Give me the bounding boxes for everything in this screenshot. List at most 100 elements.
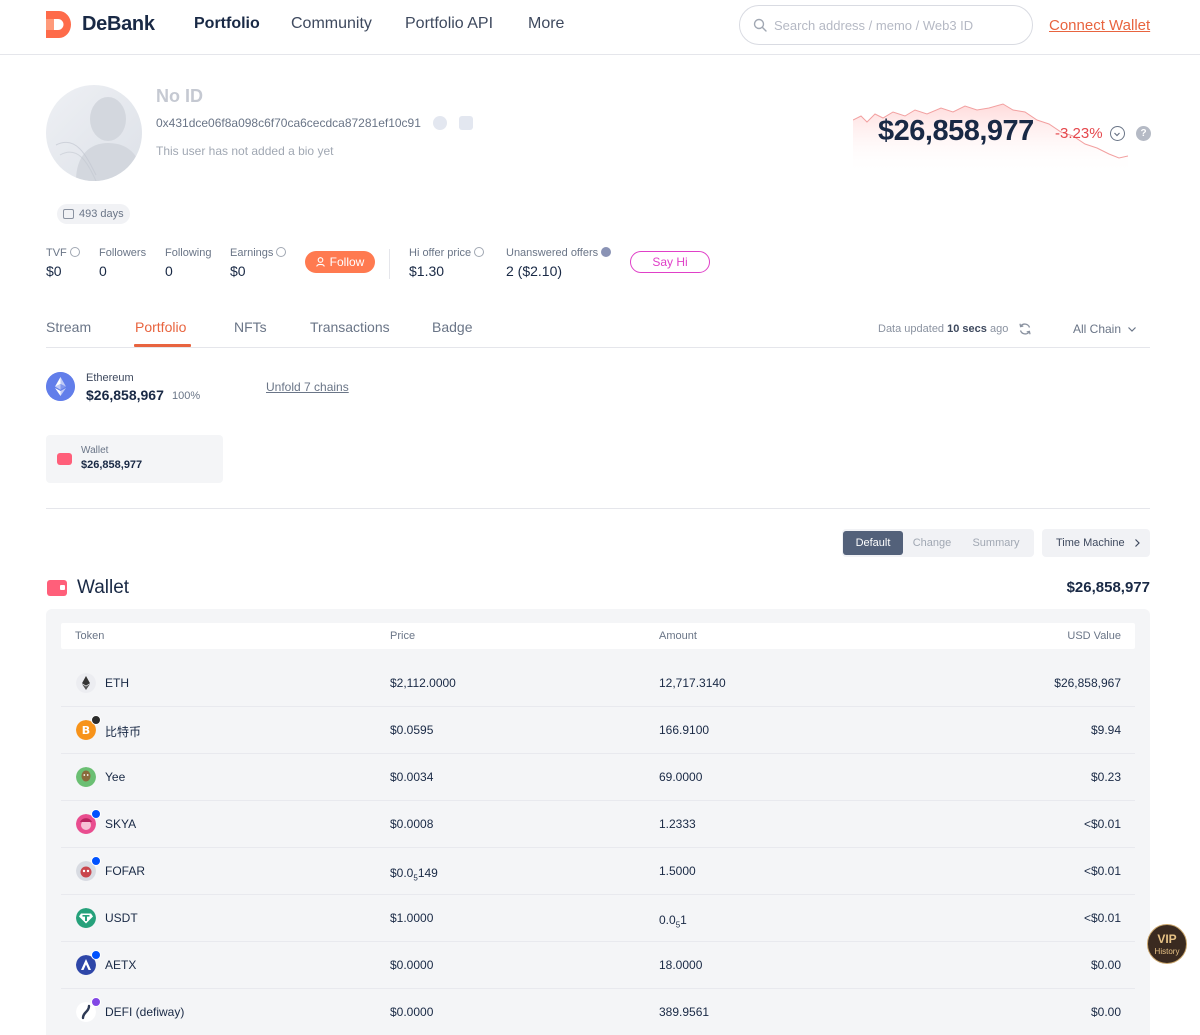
nav-portfolio-api[interactable]: Portfolio API	[405, 15, 493, 33]
net-worth-value: $26,858,977	[878, 115, 1034, 147]
hi-offer-value: $1.30	[409, 263, 445, 279]
column-amount: Amount	[659, 630, 697, 642]
table-header: Token Price Amount USD Value	[61, 623, 1135, 649]
vip-history-button[interactable]: VIP History	[1147, 924, 1187, 964]
follow-button[interactable]: Follow	[305, 251, 375, 273]
table-row[interactable]: B 比特币 $0.0595 166.9100 $9.94	[61, 707, 1135, 754]
table-row[interactable]: Yee $0.0034 69.0000 $0.23	[61, 754, 1135, 801]
usdt-token-icon	[76, 908, 96, 928]
profile-bio: This user has not added a bio yet	[156, 144, 334, 158]
stat-followers-value[interactable]: 0	[99, 263, 107, 279]
copy-icon[interactable]	[433, 116, 447, 130]
token-amount: 389.9561	[659, 1005, 710, 1019]
table-row[interactable]: USDT $1.0000 0.051 <$0.01	[61, 895, 1135, 942]
profile-name: No ID	[156, 86, 203, 106]
chevron-down-icon[interactable]	[1110, 126, 1125, 141]
unanswered-offers-value: 2 ($2.10)	[506, 263, 563, 279]
wallet-section-title: Wallet	[77, 577, 130, 598]
token-usd-value: $0.00	[1090, 1005, 1121, 1019]
token-price: $0.0034	[390, 770, 434, 784]
yee-token-icon	[76, 767, 96, 787]
account-age-text: 493 days	[79, 208, 124, 220]
debank-logo-icon	[46, 11, 71, 38]
token-usd-value: <$0.01	[1083, 864, 1121, 878]
unanswered-offers-label: Unanswered offers	[506, 247, 612, 259]
token-price: $0.0000	[390, 1005, 434, 1019]
view-summary-button[interactable]: Summary	[963, 531, 1029, 555]
token-amount: 12,717.3140	[659, 676, 726, 690]
search-box[interactable]	[739, 5, 1033, 45]
divider	[389, 249, 390, 279]
help-icon[interactable]	[69, 247, 80, 257]
tab-stream[interactable]: Stream	[46, 319, 91, 335]
follow-label: Follow	[329, 255, 365, 269]
data-updated-text: Data updated 10 secs ago	[878, 323, 1009, 335]
say-hi-button[interactable]: Say Hi	[630, 251, 710, 273]
wallet-section-total: $26,858,977	[1066, 579, 1150, 596]
table-row[interactable]: ETH $2,112.0000 12,717.3140 $26,858,967	[61, 660, 1135, 707]
time-machine-button[interactable]: Time Machine	[1042, 529, 1150, 557]
tab-portfolio[interactable]: Portfolio	[135, 319, 186, 335]
token-name: ETH	[105, 676, 129, 690]
wallet-summary-card[interactable]: Wallet $26,858,977	[46, 435, 223, 483]
nav-community[interactable]: Community	[291, 15, 372, 33]
help-icon[interactable]: ?	[1136, 126, 1151, 141]
token-usd-value: $9.94	[1090, 723, 1121, 737]
table-row[interactable]: FOFAR $0.05149 1.5000 <$0.01	[61, 848, 1135, 895]
view-default-button[interactable]: Default	[843, 531, 903, 555]
time-machine-label: Time Machine	[1056, 537, 1125, 549]
help-icon[interactable]	[276, 247, 287, 257]
token-price: $2,112.0000	[390, 676, 456, 690]
stat-followers-label: Followers	[99, 247, 147, 259]
token-price: $0.0000	[390, 958, 434, 972]
qr-code-icon[interactable]	[459, 116, 473, 130]
nav-portfolio[interactable]: Portfolio	[194, 15, 260, 33]
token-amount: 1.2333	[659, 817, 696, 831]
search-icon	[753, 18, 767, 32]
help-icon[interactable]	[601, 247, 612, 257]
tab-nfts[interactable]: NFTs	[234, 319, 267, 335]
token-usd-value: $0.00	[1090, 958, 1121, 972]
stat-tvf-label: TVF	[46, 247, 80, 259]
refresh-icon[interactable]	[1018, 322, 1032, 336]
chain-filter-dropdown[interactable]: All Chain	[1073, 322, 1137, 336]
tab-transactions[interactable]: Transactions	[310, 319, 390, 335]
token-name: SKYA	[105, 817, 137, 831]
column-price: Price	[390, 630, 416, 642]
svg-text:B: B	[82, 724, 90, 737]
debank-logo[interactable]: DeBank	[46, 11, 155, 38]
polygon-chain-badge-icon	[91, 997, 101, 1007]
table-row[interactable]: AETX $0.0000 18.0000 $0.00	[61, 942, 1135, 989]
calendar-icon	[63, 209, 74, 219]
wallet-icon	[57, 453, 72, 465]
nav-more[interactable]: More	[528, 15, 564, 33]
token-price: $1.0000	[390, 911, 434, 925]
base-chain-badge-icon	[91, 950, 101, 960]
wallet-icon	[47, 580, 67, 596]
stat-following-value[interactable]: 0	[165, 263, 173, 279]
wallet-token-table: Token Price Amount USD Value ETH $2,112.…	[46, 609, 1150, 1035]
table-row[interactable]: DEFI (defiway) $0.0000 389.9561 $0.00	[61, 989, 1135, 1035]
chain-percent: 100%	[172, 390, 201, 402]
token-usd-value: <$0.01	[1083, 817, 1121, 831]
token-usd-value: <$0.01	[1083, 911, 1121, 925]
chevron-down-icon	[1128, 327, 1137, 332]
tab-divider	[46, 347, 1150, 348]
stat-tvf-value: $0	[46, 263, 62, 279]
wallet-card-value: $26,858,977	[81, 459, 143, 471]
column-usd-value: USD Value	[1067, 630, 1121, 642]
search-input[interactable]	[774, 15, 1014, 35]
token-usd-value: $0.23	[1090, 770, 1121, 784]
connect-wallet-link[interactable]: Connect Wallet	[1049, 17, 1150, 34]
chevron-right-icon	[1134, 539, 1140, 547]
token-amount: 18.0000	[659, 958, 703, 972]
token-name: AETX	[105, 958, 137, 972]
user-icon	[315, 257, 325, 267]
help-icon[interactable]	[474, 247, 485, 257]
view-change-button[interactable]: Change	[903, 531, 961, 555]
tab-badge[interactable]: Badge	[432, 319, 472, 335]
brand-name: DeBank	[82, 13, 155, 35]
chain-value: $26,858,967	[86, 387, 164, 403]
table-row[interactable]: SKYA $0.0008 1.2333 <$0.01	[61, 801, 1135, 848]
unfold-chains-link[interactable]: Unfold 7 chains	[266, 380, 349, 394]
